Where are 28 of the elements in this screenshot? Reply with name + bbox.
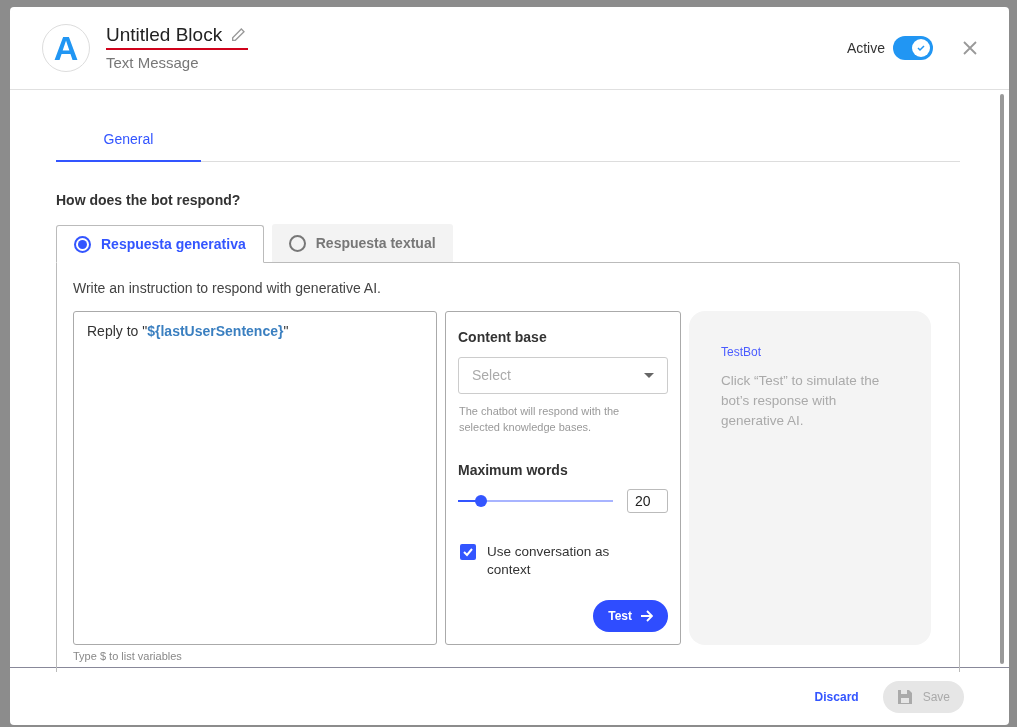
prompt-hint: Type $ to list variables xyxy=(73,649,183,664)
testbot-message: Click “Test” to simulate the bot’s response with generative AI. xyxy=(721,372,881,430)
select-help-text: The chatbot will respond with the selected knowledge bases. xyxy=(458,404,621,435)
general-tab[interactable]: General xyxy=(56,118,201,162)
arrow-right-icon xyxy=(640,610,653,622)
block-title: Untitled Block xyxy=(106,22,223,47)
testbot-title: TestBot xyxy=(721,344,763,361)
active-label: Active xyxy=(846,38,885,58)
active-toggle[interactable] xyxy=(893,36,933,60)
caret-icon xyxy=(644,373,654,378)
context-checkbox[interactable] xyxy=(460,544,476,560)
question-label: How does the bot respond? xyxy=(56,191,242,210)
content-base-label: Content base xyxy=(458,328,548,347)
scrollbar-thumb[interactable] xyxy=(1000,94,1004,664)
response-type-tab[interactable]: Respuesta textual xyxy=(271,224,453,262)
discard-link[interactable]: Discard xyxy=(814,687,859,706)
max-words-slider[interactable] xyxy=(458,495,613,507)
pencil-icon[interactable] xyxy=(230,26,247,43)
close-icon[interactable] xyxy=(963,41,977,55)
check-icon xyxy=(916,43,926,53)
instruction-text: Write an instruction to respond with generative AI. xyxy=(73,279,382,298)
max-words-input[interactable]: 20 xyxy=(627,489,668,513)
max-words-label: Maximum words xyxy=(458,461,569,480)
response-type-tab[interactable]: Respuesta generativa xyxy=(56,225,264,263)
context-label: Use conversation as context xyxy=(487,543,611,579)
prompt-textarea[interactable]: Reply to "${lastUserSentence}" xyxy=(73,311,437,645)
block-subtitle: Text Message xyxy=(106,52,200,73)
test-button[interactable]: Test xyxy=(593,600,668,632)
